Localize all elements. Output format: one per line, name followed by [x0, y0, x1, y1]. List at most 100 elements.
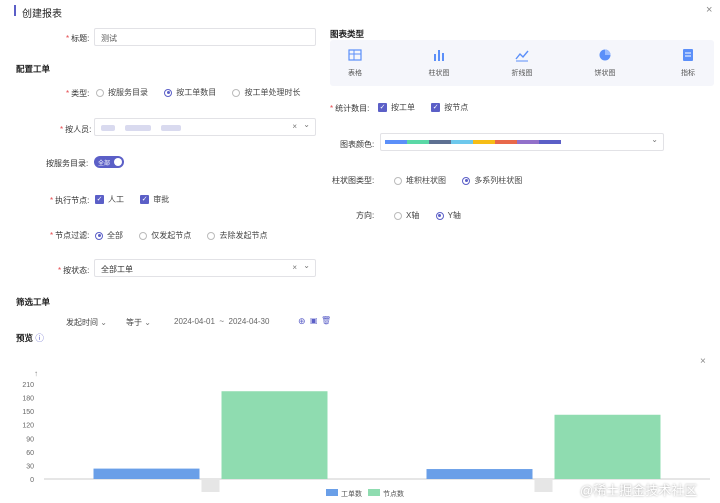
add-condition-icon[interactable]: ⊕	[298, 316, 306, 327]
chart-type-table[interactable]: 表格	[325, 48, 385, 78]
node-checkbox-group: ✓ 人工 ✓ 审批	[95, 194, 183, 205]
y-tick-label: 30	[26, 463, 34, 470]
catalog-toggle[interactable]: 全部	[94, 156, 124, 168]
y-axis-arrow: ↑	[34, 369, 38, 378]
copy-icon[interactable]: ▣	[310, 316, 318, 325]
direction-radio-group: X轴 Y轴	[394, 210, 475, 221]
clear-icon[interactable]: ×	[292, 263, 297, 272]
config-section-title: 配置工单	[16, 64, 51, 74]
bar-type-multi[interactable]: 多系列柱状图	[462, 175, 522, 186]
filter-operator-select[interactable]: 等于 ⌄	[126, 317, 151, 328]
dialog-title: 创建报表	[22, 9, 62, 20]
delete-icon[interactable]: 🗑	[321, 316, 331, 325]
color-swatch	[473, 140, 495, 144]
type-option-catalog[interactable]: 按服务目录	[96, 87, 148, 98]
category-tick-placeholder	[201, 480, 220, 492]
chart-type-label: 指标	[681, 70, 695, 77]
radio-icon	[207, 231, 216, 240]
catalog-label: 按服务目录:	[46, 159, 89, 168]
chart-type-bar[interactable]: 柱状图	[409, 48, 469, 78]
y-tick-label: 0	[30, 477, 34, 484]
chart-type-label: 表格	[348, 70, 362, 77]
close-icon[interactable]: ×	[706, 4, 712, 16]
legend-swatch	[326, 489, 338, 496]
filter-option-start-only[interactable]: 仅发起节点	[139, 230, 191, 241]
person-chip	[161, 124, 181, 131]
radio-checked-icon	[164, 88, 173, 97]
type-option-count[interactable]: 按工单数目	[164, 87, 216, 98]
chart-type-panel: 表格 柱状图 折线图 饼状图 指标	[330, 40, 714, 86]
filter-option-exclude-start[interactable]: 去除发起节点	[207, 230, 267, 241]
pie-chart-icon	[599, 49, 611, 61]
direction-label: 方向:	[356, 211, 375, 220]
color-select[interactable]: ⌄	[380, 133, 664, 151]
legend-label: 工单数	[341, 489, 362, 498]
category-tick-placeholder	[534, 480, 553, 492]
node-option-manual[interactable]: ✓ 人工	[95, 194, 124, 205]
color-swatch	[517, 140, 539, 144]
node-option-approval[interactable]: ✓ 审批	[140, 194, 169, 205]
person-chip	[125, 124, 151, 131]
filter-date-range[interactable]: 2024-04-01 ~ 2024-04-30	[174, 317, 269, 326]
chart-type-title: 图表类型	[330, 29, 365, 39]
checkbox-checked-icon: ✓	[431, 103, 441, 113]
clear-icon[interactable]: ×	[292, 122, 297, 131]
status-label: * 按状态:	[58, 266, 90, 275]
chart-type-label: 柱状图	[428, 70, 450, 77]
node-label: * 执行节点:	[50, 196, 90, 205]
y-tick-label: 180	[22, 396, 34, 403]
stats-checkbox-group: ✓ 按工单 ✓ 按节点	[378, 102, 482, 113]
color-swatch	[539, 140, 561, 144]
person-chip	[101, 124, 115, 131]
direction-x[interactable]: X轴	[394, 210, 419, 221]
type-option-duration[interactable]: 按工单处理时长	[232, 87, 300, 98]
radio-icon	[232, 88, 241, 97]
checkbox-checked-icon: ✓	[140, 195, 150, 205]
preview-title: 预览 ⓘ	[16, 333, 44, 343]
title-input[interactable]: 测试	[94, 28, 316, 46]
radio-checked-icon	[462, 176, 471, 185]
chart-type-pie[interactable]: 饼状图	[575, 48, 635, 78]
bar-ticket-count	[426, 469, 533, 479]
chart-type-metric[interactable]: 指标	[658, 48, 718, 78]
filter-option-all[interactable]: 全部	[95, 230, 123, 241]
title-label: * 标题:	[66, 34, 90, 43]
radio-icon	[394, 211, 402, 220]
legend-swatch	[368, 489, 380, 496]
dialog-header: 创建报表 ×	[0, 0, 720, 22]
bar-type-stacked[interactable]: 堆积柱状图	[394, 175, 446, 186]
chart-type-line[interactable]: 折线图	[492, 48, 552, 78]
person-select[interactable]: × ⌄	[94, 118, 316, 136]
stats-option-ticket[interactable]: ✓ 按工单	[378, 102, 415, 113]
filter-radio-group: 全部 仅发起节点 去除发起节点	[95, 230, 281, 241]
y-tick-label: 150	[22, 409, 34, 416]
color-swatches	[385, 140, 561, 149]
stats-option-node[interactable]: ✓ 按节点	[431, 102, 468, 113]
bar-node-count	[554, 414, 661, 479]
metric-icon	[683, 49, 693, 61]
line-chart-icon	[515, 50, 529, 62]
radio-checked-icon	[95, 231, 103, 240]
color-swatch	[451, 140, 473, 144]
filter-field-select[interactable]: 发起时间 ⌄	[66, 317, 107, 328]
color-swatch	[429, 140, 451, 144]
legend-label: 节点数	[383, 489, 404, 498]
y-tick-label: 90	[26, 436, 34, 443]
radio-icon	[394, 176, 402, 185]
y-tick-label: 120	[22, 423, 34, 430]
direction-y[interactable]: Y轴	[435, 210, 461, 221]
chevron-down-icon: ⌄	[303, 261, 310, 270]
type-radio-group: 按服务目录 按工单数目 按工单处理时长	[96, 87, 314, 98]
bar-ticket-count	[93, 468, 200, 479]
header-accent-bar	[14, 5, 16, 16]
radio-checked-icon	[435, 211, 444, 220]
chevron-down-icon: ⌄	[303, 120, 310, 129]
radio-icon	[96, 88, 104, 97]
color-swatch	[385, 140, 407, 144]
bar-type-radio-group: 堆积柱状图 多系列柱状图	[394, 175, 536, 186]
chart-type-label: 折线图	[511, 70, 533, 77]
toggle-label: 全部	[98, 161, 111, 167]
status-select[interactable]: 全部工单 × ⌄	[94, 259, 316, 277]
radio-icon	[139, 231, 148, 240]
person-label: * 按人员:	[60, 125, 92, 134]
